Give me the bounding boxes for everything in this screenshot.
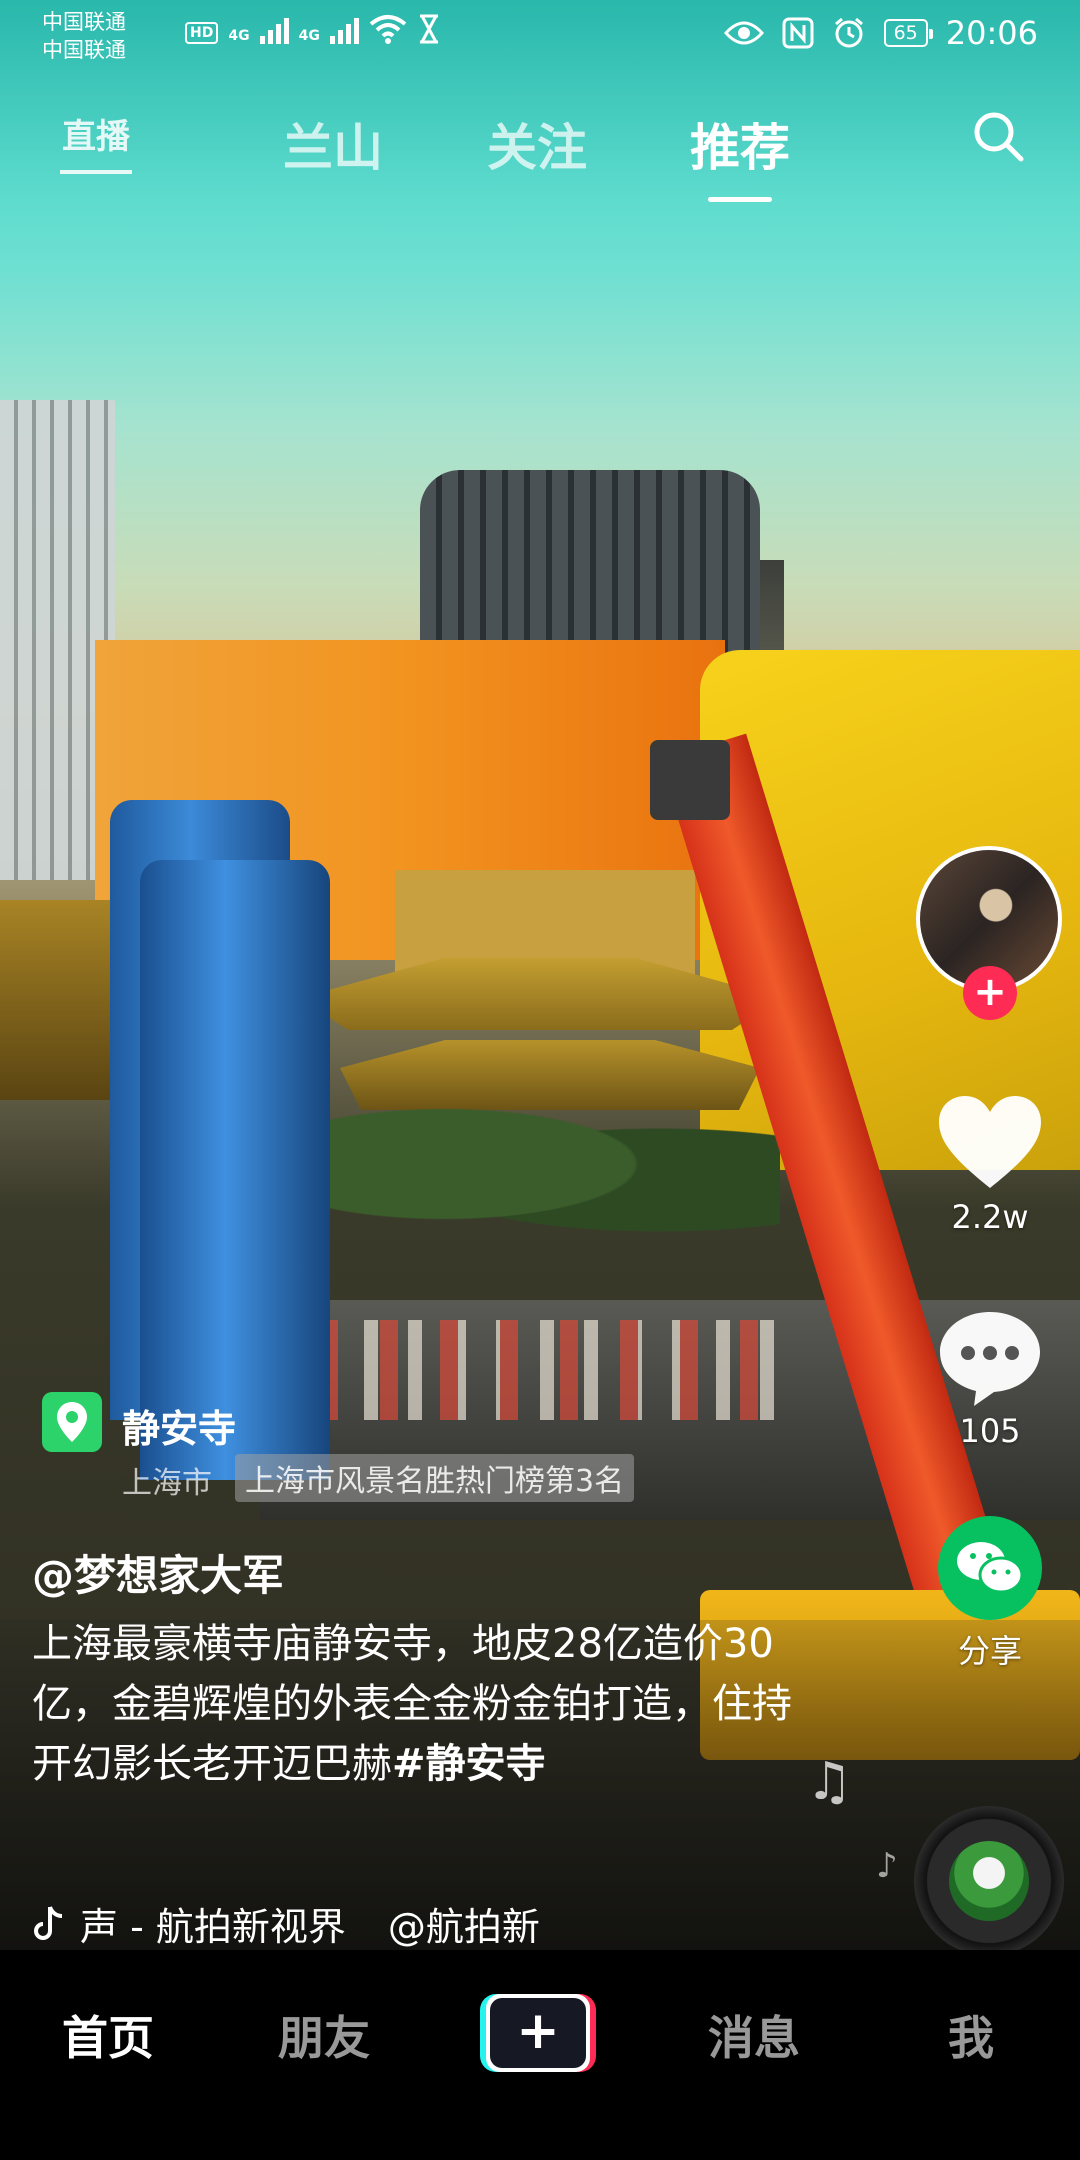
nav-friends[interactable]: 朋友 [278,2002,370,2068]
poi-city: 上海市 [122,1466,212,1501]
comment-icon[interactable] [936,1308,1044,1408]
post-description: 上海最豪横寺庙静安寺，地皮28亿造价30亿，金碧辉煌的外表全金粉金铂打造，住持开… [32,1614,792,1794]
hashtag-link[interactable]: #静安寺 [392,1741,546,1787]
background-temple [0,900,110,1100]
status-bar: 中国联通 中国联通 HD 4G 4G 65 20:06 [0,0,1080,72]
tab-recommend[interactable]: 推荐 [690,108,790,202]
status-right: 65 20:06 [723,14,1038,52]
wechat-icon [957,1542,1024,1594]
signal-group: HD 4G 4G [185,14,441,44]
nav-home[interactable]: 首页 [62,2002,154,2068]
eye-icon [723,21,764,45]
music-mention: @航拍新 [387,1905,540,1949]
comment-count: 105 [959,1412,1021,1450]
music-info[interactable]: 声 - 航拍新视界 @航拍新 [32,1896,540,1951]
comment-action[interactable]: 105 [930,1308,1050,1450]
search-icon[interactable] [972,110,1024,162]
network-type-2: 4G [298,28,320,44]
music-cover [949,1841,1029,1921]
hd-badge: HD [185,22,219,44]
background-crane-head [650,740,730,820]
clock: 20:06 [945,14,1038,52]
plus-icon: + [490,1998,586,2068]
battery-indicator: 65 [883,19,933,47]
share-action[interactable]: 分享 [930,1516,1050,1672]
carrier-labels: 中国联通 中国联通 [42,8,126,64]
hourglass-icon [419,14,438,44]
signal-strength-icon [329,14,359,44]
signal-strength-icon [259,14,289,44]
heart-icon[interactable] [935,1094,1045,1194]
wechat-share-button[interactable] [938,1516,1042,1620]
wifi-icon [369,15,407,44]
carrier-2: 中国联通 [42,38,126,62]
like-count: 2.2w [951,1198,1029,1236]
carrier-1: 中国联通 [42,10,126,34]
background-traffic [320,1320,800,1420]
share-label: 分享 [957,1632,1022,1670]
nav-messages[interactable]: 消息 [708,2002,800,2068]
author-name[interactable]: @梦想家大军 [32,1542,284,1603]
music-title: 声 - 航拍新视界 [80,1905,346,1949]
create-button[interactable]: + [480,1994,596,2072]
music-disc[interactable] [914,1806,1064,1956]
like-action[interactable]: 2.2w [930,1094,1050,1236]
nav-me[interactable]: 我 [948,2002,994,2068]
alarm-icon [834,17,863,48]
tiktok-note-icon [34,1905,63,1940]
background-trees [300,1100,780,1260]
live-icon[interactable]: 直播 [60,104,132,174]
tab-lanshan[interactable]: 兰山 [283,108,383,180]
poi-rank-badge[interactable]: 上海市风景名胜热门榜第3名 [235,1454,635,1502]
location-pin-icon [42,1392,102,1452]
nfc-icon [782,17,814,49]
top-nav: 直播 兰山 关注 推荐 [0,100,1080,202]
tab-following[interactable]: 关注 [487,108,587,180]
follow-button[interactable]: + [963,966,1017,1020]
music-note-icon: ♪ [876,1846,898,1886]
poi-name: 静安寺 [122,1407,237,1451]
background-tank [140,860,330,1480]
network-type-1: 4G [228,28,250,44]
bottom-nav: 首页 朋友 + 消息 我 [0,1950,1080,2160]
music-note-icon: ♫ [806,1752,853,1812]
